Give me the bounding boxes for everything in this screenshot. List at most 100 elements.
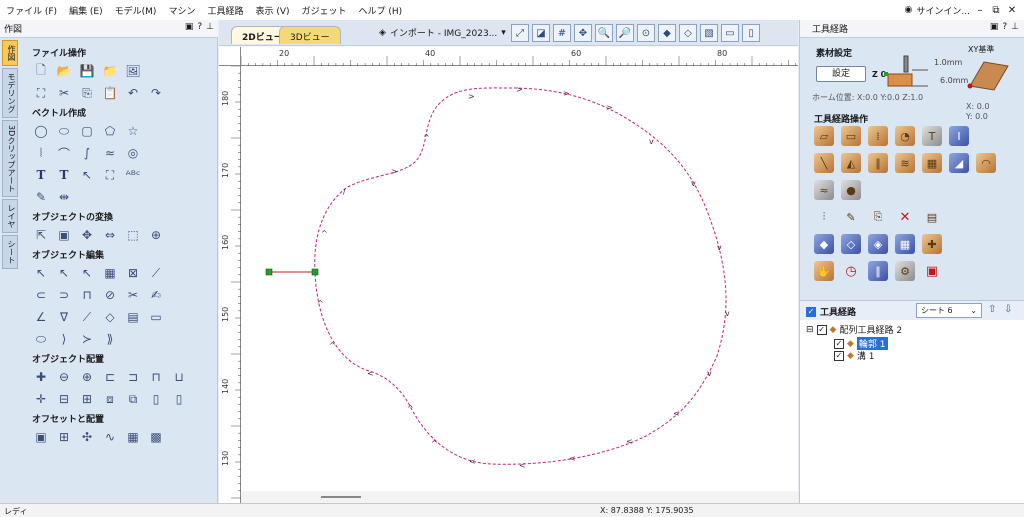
vcarve-toolpath-icon[interactable]: T bbox=[922, 126, 942, 146]
pin-icon[interactable]: ⊥ bbox=[206, 22, 214, 32]
toolpath-templates-icon[interactable]: ✋ bbox=[814, 261, 834, 281]
dist-v-icon[interactable]: ⧉ bbox=[124, 390, 142, 408]
menu-edit[interactable]: 編集 (E) bbox=[63, 4, 109, 17]
transform-select-icon[interactable]: ↖ bbox=[78, 264, 96, 282]
ruler-corner[interactable] bbox=[219, 47, 241, 66]
preview-layer-icon[interactable]: ▦ bbox=[895, 234, 915, 254]
offset-shape-icon[interactable]: ◇ bbox=[101, 308, 119, 326]
nesting-icon[interactable]: ▦ bbox=[124, 428, 142, 446]
calculator-icon[interactable]: ▤ bbox=[922, 207, 942, 227]
intersect-icon[interactable]: ⊓ bbox=[78, 286, 96, 304]
offset-icon[interactable]: ▣ bbox=[32, 428, 50, 446]
chamfer-icon[interactable]: ∇ bbox=[55, 308, 73, 326]
tree-checkbox[interactable]: ✓ bbox=[834, 338, 844, 349]
fluting-2-icon[interactable]: ▦ bbox=[922, 153, 942, 173]
time-estimate-icon[interactable]: ◷ bbox=[841, 261, 861, 281]
space-h-icon[interactable]: ⊟ bbox=[55, 390, 73, 408]
split-h-icon[interactable]: ▭ bbox=[721, 24, 739, 42]
align-hcenter-icon[interactable]: ⊖ bbox=[55, 368, 73, 386]
xy-datum-icon[interactable] bbox=[964, 56, 1010, 96]
copy-icon[interactable]: ⎘ bbox=[78, 84, 96, 102]
vtab-sheets[interactable]: シート bbox=[2, 235, 18, 270]
ellipse-icon[interactable]: ⬭ bbox=[55, 122, 73, 140]
pan-icon[interactable]: ✥ bbox=[574, 24, 592, 42]
vtab-clipart[interactable]: 3Dクリップアート bbox=[2, 120, 18, 198]
vtab-drawing[interactable]: 作図 bbox=[2, 40, 18, 66]
weld-icon[interactable]: ⊂ bbox=[32, 286, 50, 304]
canvas-svg[interactable]: > > > > v v v v v < < < < < ^ ^ < ^ ^ ^ bbox=[241, 66, 798, 491]
zoom-fit-icon[interactable]: ⤢ bbox=[511, 24, 529, 42]
measure-icon[interactable]: ⟋ bbox=[147, 264, 165, 282]
menu-view[interactable]: 表示 (V) bbox=[249, 4, 295, 17]
scale-icon[interactable]: ▣ bbox=[55, 226, 73, 244]
help-icon[interactable]: ? bbox=[197, 22, 202, 32]
material-setup-button[interactable]: 設定 bbox=[816, 66, 866, 82]
quick-engrave-icon[interactable]: ◔ bbox=[895, 126, 915, 146]
text-box-icon[interactable]: T bbox=[55, 166, 73, 184]
abc-icon[interactable]: ᴬᴮᶜ bbox=[124, 166, 142, 184]
panel-options-icon[interactable]: ▣ bbox=[185, 22, 194, 32]
tree-checkbox[interactable]: ✓ bbox=[816, 324, 827, 335]
distort-icon[interactable]: ⬚ bbox=[124, 226, 142, 244]
size-h-icon[interactable]: ▯ bbox=[147, 390, 165, 408]
trace-icon[interactable]: ✎ bbox=[32, 188, 50, 206]
import-bitmap-icon[interactable]: 🖼 bbox=[124, 62, 142, 80]
move-up-icon[interactable]: ⇧ bbox=[988, 304, 996, 315]
text-on-curve-icon[interactable]: ↖ bbox=[78, 166, 96, 184]
space-v-icon[interactable]: ⊞ bbox=[78, 390, 96, 408]
import-dropdown[interactable]: ◈ インポート - IMG_2023... ▾ bbox=[379, 26, 506, 40]
roughing-icon[interactable]: ◠ bbox=[976, 153, 996, 173]
panel-options-icon[interactable]: ▣ bbox=[990, 22, 999, 32]
menu-help[interactable]: ヘルプ (H) bbox=[353, 4, 409, 17]
select-icon[interactable]: ↖ bbox=[32, 264, 50, 282]
3d-roughing-icon[interactable]: ≈ bbox=[814, 180, 834, 200]
node-handle-start[interactable] bbox=[265, 268, 273, 276]
fill-icon[interactable]: ▩ bbox=[147, 428, 165, 446]
vtab-modeling[interactable]: モデリング bbox=[2, 68, 18, 118]
help-icon[interactable]: ? bbox=[1002, 22, 1007, 32]
save-toolpath-icon[interactable]: ▣ bbox=[922, 261, 942, 281]
open-file-icon[interactable]: 📂 bbox=[55, 62, 73, 80]
pocket-toolpath-icon[interactable]: ▭ bbox=[841, 126, 861, 146]
fluting-toolpath-icon[interactable]: ∥ bbox=[868, 153, 888, 173]
drilling-toolpath-icon[interactable]: ⁞ bbox=[868, 126, 888, 146]
chamfer-toolpath-icon[interactable]: ◢ bbox=[949, 153, 969, 173]
restore-icon[interactable]: ⧉ bbox=[990, 5, 1002, 16]
spiral-icon[interactable]: ◎ bbox=[124, 144, 142, 162]
curve-icon[interactable]: ∫ bbox=[78, 144, 96, 162]
rotate-icon[interactable]: ✥ bbox=[78, 226, 96, 244]
rectangle-icon[interactable]: ▢ bbox=[78, 122, 96, 140]
circle-icon[interactable]: ◯ bbox=[32, 122, 50, 140]
preview-merge-icon[interactable]: ◈ bbox=[868, 234, 888, 254]
menu-model[interactable]: モデル(M) bbox=[109, 4, 163, 17]
menu-toolpath[interactable]: 工具経路 bbox=[201, 4, 249, 17]
tool-database-icon[interactable]: ⫶ bbox=[814, 207, 834, 227]
delete-toolpath-icon[interactable]: ✕ bbox=[895, 207, 915, 227]
circular-copy-icon[interactable]: ✣ bbox=[78, 428, 96, 446]
center-icon[interactable]: ⊕ bbox=[147, 226, 165, 244]
minimize-icon[interactable]: – bbox=[974, 5, 986, 16]
dimension-icon[interactable]: ⇹ bbox=[55, 188, 73, 206]
move-down-icon[interactable]: ⇩ bbox=[1004, 304, 1012, 315]
close-icon[interactable]: ✕ bbox=[1006, 5, 1018, 16]
align-bottom-icon[interactable]: ⊔ bbox=[170, 368, 188, 386]
vectorize-toolpath-icon[interactable]: ∥ bbox=[868, 261, 888, 281]
wave-icon[interactable]: ≈ bbox=[101, 144, 119, 162]
arc-icon[interactable]: ⌒ bbox=[55, 144, 73, 162]
align-vcenter-icon[interactable]: ⊕ bbox=[78, 368, 96, 386]
tree-node-array[interactable]: ⊟ ✓ ◆ 配列工具経路 2 bbox=[806, 323, 902, 336]
move-icon[interactable]: ⇱ bbox=[32, 226, 50, 244]
star-icon[interactable]: ☆ bbox=[124, 122, 142, 140]
show-vector-icon[interactable]: ◆ bbox=[658, 24, 676, 42]
profile-toolpath-icon[interactable]: ▱ bbox=[814, 126, 834, 146]
center-in-job-icon[interactable]: ✛ bbox=[32, 390, 50, 408]
moulding-toolpath-icon[interactable]: ╲ bbox=[814, 153, 834, 173]
zoom-in-icon[interactable]: 🔍 bbox=[595, 24, 613, 42]
vtab-layers[interactable]: レイヤ bbox=[2, 199, 18, 234]
trim-icon[interactable]: ⊘ bbox=[101, 286, 119, 304]
cut-icon[interactable]: ✂ bbox=[55, 84, 73, 102]
drawing-canvas[interactable]: > > > > v v v v v < < < < < ^ ^ < ^ ^ ^ bbox=[241, 66, 798, 491]
new-file-icon[interactable]: 🗋 bbox=[32, 62, 50, 80]
copy-toolpath-icon[interactable]: ⎘ bbox=[868, 207, 888, 227]
inlay-toolpath-icon[interactable]: I bbox=[949, 126, 969, 146]
